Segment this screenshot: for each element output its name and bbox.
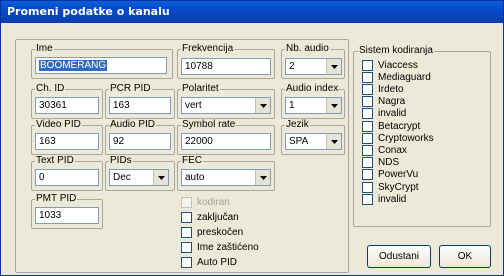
polaritet-value: vert bbox=[185, 100, 202, 111]
audio-index-label: Audio index bbox=[285, 83, 340, 95]
fec-label: FEC bbox=[181, 155, 203, 167]
encryption-item-label: SkyCrypt bbox=[378, 181, 419, 193]
audio-index-select[interactable]: 1 bbox=[285, 97, 342, 114]
encryption-item-label: NDS bbox=[378, 157, 400, 169]
encryption-item-label: invalid bbox=[378, 193, 407, 205]
preskocen-checkbox[interactable]: preskočen bbox=[181, 226, 243, 238]
checkbox-box bbox=[181, 241, 192, 253]
chevron-down-icon bbox=[326, 98, 341, 113]
nb-audio-select[interactable]: 2 bbox=[285, 58, 342, 75]
ime-input[interactable]: BOOMERANG bbox=[35, 57, 167, 74]
symbol-rate-label: Symbol rate bbox=[181, 119, 237, 131]
pmt-pid-label: PMT PID bbox=[35, 193, 78, 205]
video-pid-label: Video PID bbox=[35, 119, 82, 131]
checkbox-box bbox=[362, 193, 373, 205]
ime-value: BOOMERANG bbox=[39, 60, 108, 71]
encryption-item-label: Cryptoworks bbox=[378, 132, 434, 144]
audio-pid-label: Audio PID bbox=[109, 119, 157, 131]
checkbox-box bbox=[362, 59, 373, 71]
jezik-select[interactable]: SPA bbox=[285, 133, 342, 150]
checkbox-box bbox=[362, 83, 373, 95]
jezik-label: Jezik bbox=[285, 119, 310, 131]
auto-pid-label: Auto PID bbox=[197, 256, 238, 268]
encryption-item-label: Irdeto bbox=[378, 83, 404, 95]
frekvencija-input[interactable]: 10788 bbox=[181, 58, 271, 75]
encryption-checkbox[interactable]: Mediaguard bbox=[362, 71, 431, 83]
checkbox-box bbox=[362, 108, 373, 120]
polaritet-select[interactable]: vert bbox=[181, 97, 271, 114]
chevron-down-icon bbox=[326, 59, 341, 74]
checkbox-box bbox=[181, 211, 192, 223]
polaritet-label: Polaritet bbox=[181, 83, 220, 95]
pids-select[interactable]: Dec bbox=[109, 169, 169, 186]
kodiran-label: kodiran bbox=[197, 196, 230, 208]
checkbox-box bbox=[362, 96, 373, 108]
encryption-checkbox[interactable]: NDS bbox=[362, 157, 399, 169]
text-pid-input[interactable]: 0 bbox=[35, 169, 99, 186]
cancel-button[interactable]: Odustani bbox=[367, 245, 431, 268]
chevron-down-icon bbox=[255, 98, 270, 113]
zakljucan-checkbox[interactable]: zaključan bbox=[181, 211, 239, 223]
auto-pid-checkbox[interactable]: Auto PID bbox=[181, 256, 237, 268]
fec-select[interactable]: auto bbox=[181, 169, 271, 186]
encryption-item-label: Viaccess bbox=[378, 59, 418, 71]
encryption-checkbox[interactable]: invalid bbox=[362, 108, 406, 120]
pids-label: PIDs bbox=[109, 155, 133, 167]
checkbox-box bbox=[181, 226, 192, 238]
encryption-checkbox[interactable]: Conax bbox=[362, 144, 407, 156]
ime-label: Ime bbox=[35, 43, 54, 55]
preskocen-label: preskočen bbox=[197, 226, 244, 238]
pcr-pid-input[interactable]: 163 bbox=[109, 97, 171, 114]
checkbox-box bbox=[362, 71, 373, 83]
ch-id-label: Ch. ID bbox=[35, 83, 66, 95]
audio-pid-input[interactable]: 92 bbox=[109, 133, 171, 150]
encryption-checkbox[interactable]: Nagra bbox=[362, 96, 405, 108]
text-pid-label: Text PID bbox=[35, 155, 75, 167]
encryption-checkbox[interactable]: Betacrypt bbox=[362, 120, 420, 132]
encryption-checkbox[interactable]: Irdeto bbox=[362, 83, 404, 95]
checkbox-box bbox=[362, 120, 373, 132]
encryption-item-label: Betacrypt bbox=[378, 120, 421, 132]
channel-edit-dialog: Promeni podatke o kanalu Ime BOOMERANG F… bbox=[0, 0, 504, 276]
ok-button[interactable]: OK bbox=[439, 245, 491, 268]
nb-audio-label: Nb. audio bbox=[285, 43, 330, 55]
video-pid-input[interactable]: 163 bbox=[35, 133, 99, 150]
pids-value: Dec bbox=[113, 172, 131, 183]
encryption-checkbox[interactable]: Viaccess bbox=[362, 59, 418, 71]
pcr-pid-label: PCR PID bbox=[109, 83, 152, 95]
ch-id-input[interactable]: 30361 bbox=[35, 97, 99, 114]
encryption-item-label: Conax bbox=[378, 144, 407, 156]
encryption-checkbox[interactable]: PowerVu bbox=[362, 169, 418, 181]
ime-zasticeno-label: Ime zaštićeno bbox=[197, 241, 259, 253]
checkbox-box bbox=[181, 196, 192, 208]
encryption-item-label: Nagra bbox=[378, 96, 406, 108]
chevron-down-icon bbox=[255, 170, 270, 185]
encryption-item-label: invalid bbox=[378, 108, 407, 120]
checkbox-box bbox=[362, 169, 373, 181]
encryption-group-label: Sistem kodiranja bbox=[358, 45, 434, 57]
chevron-down-icon bbox=[153, 170, 168, 185]
encryption-item-label: PowerVu bbox=[378, 169, 419, 181]
checkbox-box bbox=[362, 181, 373, 193]
encryption-checkbox[interactable]: SkyCrypt bbox=[362, 181, 419, 193]
kodiran-checkbox: kodiran bbox=[181, 196, 230, 208]
checkbox-box bbox=[362, 132, 373, 144]
nb-audio-value: 2 bbox=[289, 61, 295, 72]
symbol-rate-input[interactable]: 22000 bbox=[181, 133, 271, 150]
frekvencija-label: Frekvencija bbox=[181, 43, 235, 55]
checkbox-box bbox=[362, 144, 373, 156]
checkbox-box bbox=[181, 256, 192, 268]
pmt-pid-input[interactable]: 1033 bbox=[35, 207, 99, 224]
encryption-checkbox[interactable]: Cryptoworks bbox=[362, 132, 434, 144]
checkbox-box bbox=[362, 157, 373, 169]
dialog-title: Promeni podatke o kanalu bbox=[1, 1, 503, 23]
encryption-checkbox[interactable]: invalid bbox=[362, 193, 406, 205]
audio-index-value: 1 bbox=[289, 100, 295, 111]
encryption-item-label: Mediaguard bbox=[378, 71, 431, 83]
chevron-down-icon bbox=[326, 134, 341, 149]
jezik-value: SPA bbox=[289, 136, 309, 147]
ime-zasticeno-checkbox[interactable]: Ime zaštićeno bbox=[181, 241, 259, 253]
fec-value: auto bbox=[185, 172, 205, 183]
zakljucan-label: zaključan bbox=[197, 211, 239, 223]
